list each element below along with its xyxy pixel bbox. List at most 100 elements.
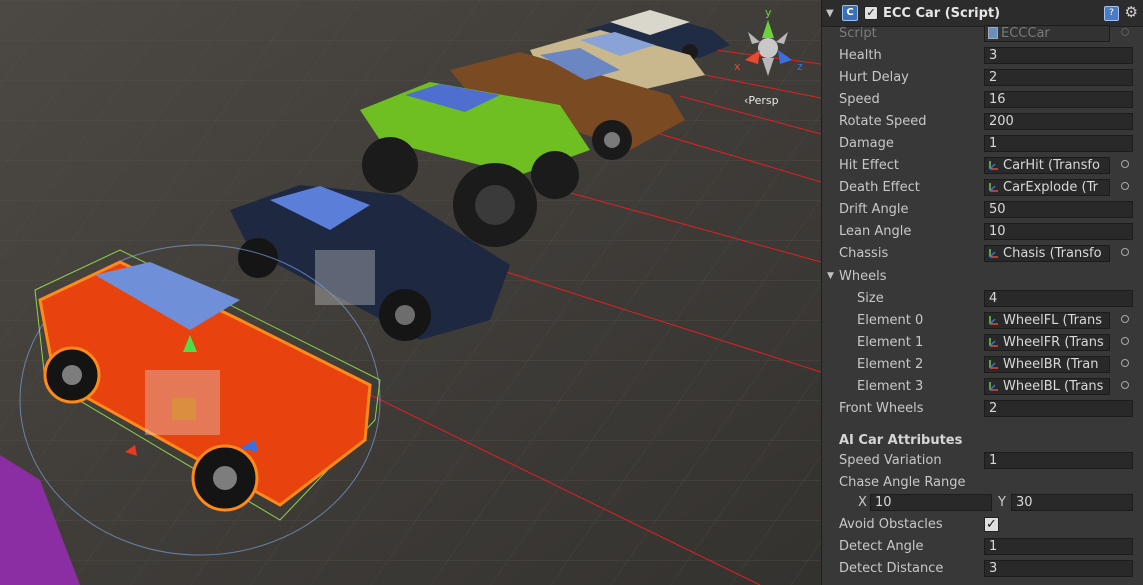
speed-field[interactable]: 16 [984,91,1133,108]
health-label: Health [839,48,882,63]
detect-distance-label: Detect Distance [839,561,944,576]
object-picker-icon[interactable] [1121,182,1129,190]
wheel-element-row: Element 0 WheelFL (Trans [822,310,1143,332]
lean-angle-label: Lean Angle [839,224,912,239]
transform-icon [989,382,998,391]
chase-y-label: Y [998,495,1006,510]
gizmo-z-label: z [797,60,803,73]
chase-angle-range-row: Chase Angle Range [822,472,1143,494]
collapse-arrow-icon[interactable]: ▼ [826,8,840,19]
chassis-label: Chassis [839,246,889,261]
help-book-icon[interactable]: ? [1104,6,1119,21]
speed-variation-field[interactable]: 1 [984,452,1133,469]
speed-variation-row: Speed Variation 1 [822,450,1143,472]
hurt-delay-label: Hurt Delay [839,70,909,85]
detect-distance-field[interactable]: 3 [984,560,1133,577]
front-wheels-label: Front Wheels [839,401,924,416]
csharp-script-icon: C [842,5,858,21]
avoid-obstacles-checkbox[interactable]: ✓ [984,517,999,532]
transform-icon [989,316,998,325]
foldout-arrow-icon[interactable]: ▼ [827,271,834,281]
speed-label: Speed [839,92,880,107]
wheel-element-row: Element 3 WheelBL (Trans [822,376,1143,398]
wheel-element-field[interactable]: WheelFR (Trans [984,334,1110,351]
hit-effect-label: Hit Effect [839,158,900,173]
object-picker-icon[interactable] [1121,28,1129,36]
ai-section-heading: AI Car Attributes [839,433,963,448]
rotate-speed-field[interactable]: 200 [984,113,1133,130]
script-field[interactable]: ECCCar [984,25,1110,42]
chase-angle-range-label: Chase Angle Range [839,475,966,490]
wheel-element-row: Element 2 WheelBR (Tran [822,354,1143,376]
hurt-delay-row: Hurt Delay 2 [822,67,1143,89]
wheel-element-label: Element 1 [857,335,924,350]
wheels-size-label: Size [857,291,884,306]
health-field[interactable]: 3 [984,47,1133,64]
object-picker-icon[interactable] [1121,359,1129,367]
inspector-panel: ▼ C ✓ ECC Car (Script) ? ⚙ Script ECCCar… [821,0,1143,585]
script-label: Script [839,26,877,41]
lean-angle-row: Lean Angle 10 [822,221,1143,243]
gear-icon[interactable]: ⚙ [1125,3,1138,21]
script-file-icon [988,27,998,39]
object-picker-icon[interactable] [1121,381,1129,389]
death-effect-label: Death Effect [839,180,920,195]
drift-angle-label: Drift Angle [839,202,909,217]
projection-label[interactable]: ‹Persp [744,94,779,107]
chase-y-field[interactable]: 30 [1011,494,1133,511]
detect-angle-row: Detect Angle 1 [822,536,1143,558]
chase-x-label: X [858,495,867,510]
object-picker-icon[interactable] [1121,248,1129,256]
front-wheels-row: Front Wheels 2 [822,398,1143,420]
wheel-element-field[interactable]: WheelFL (Trans [984,312,1110,329]
wheels-size-row: Size 4 [822,288,1143,310]
transform-icon [989,360,998,369]
wheels-row[interactable]: ▼ Wheels [822,266,1143,288]
chassis-field[interactable]: Chasis (Transfo [984,245,1110,262]
death-effect-field[interactable]: CarExplode (Tr [984,179,1110,196]
transform-icon [989,183,998,192]
transform-icon [989,338,998,347]
damage-label: Damage [839,136,894,151]
avoid-obstacles-label: Avoid Obstacles [839,517,943,532]
hit-effect-field[interactable]: CarHit (Transfo [984,157,1110,174]
rotate-speed-label: Rotate Speed [839,114,927,129]
lean-angle-field[interactable]: 10 [984,223,1133,240]
object-picker-icon[interactable] [1121,337,1129,345]
gizmo-x-label: x [734,60,741,73]
transform-icon [989,161,998,170]
detect-angle-field[interactable]: 1 [984,538,1133,555]
gizmo-y-label: y [765,6,772,19]
scene-view[interactable]: y x z ‹Persp [0,0,821,585]
health-row: Health 3 [822,45,1143,67]
transform-icon [989,249,998,258]
drift-angle-row: Drift Angle 50 [822,199,1143,221]
wheel-element-field[interactable]: WheelBL (Trans [984,378,1110,395]
detect-distance-row: Detect Distance 3 [822,558,1143,580]
object-picker-icon[interactable] [1121,315,1129,323]
chase-x-field[interactable]: 10 [870,494,992,511]
object-picker-icon[interactable] [1121,160,1129,168]
hurt-delay-field[interactable]: 2 [984,69,1133,86]
wheel-element-label: Element 0 [857,313,924,328]
front-wheels-field[interactable]: 2 [984,400,1133,417]
wheel-element-label: Element 2 [857,357,924,372]
drift-angle-field[interactable]: 50 [984,201,1133,218]
avoid-obstacles-row: Avoid Obstacles ✓ [822,514,1143,536]
speed-row: Speed 16 [822,89,1143,111]
wheels-label: Wheels [839,269,887,284]
script-row: Script ECCCar [822,23,1143,45]
component-title: ECC Car (Script) [883,5,1001,21]
component-enabled-checkbox[interactable]: ✓ [864,6,878,20]
detect-angle-label: Detect Angle [839,539,924,554]
wheels-size-field[interactable]: 4 [984,290,1133,307]
hit-effect-row: Hit Effect CarHit (Transfo [822,155,1143,177]
damage-field[interactable]: 1 [984,135,1133,152]
damage-row: Damage 1 [822,133,1143,155]
speed-variation-label: Speed Variation [839,453,942,468]
death-effect-row: Death Effect CarExplode (Tr [822,177,1143,199]
wheel-element-field[interactable]: WheelBR (Tran [984,356,1110,373]
wheel-element-row: Element 1 WheelFR (Trans [822,332,1143,354]
rotate-speed-row: Rotate Speed 200 [822,111,1143,133]
chassis-row: Chassis Chasis (Transfo [822,243,1143,265]
